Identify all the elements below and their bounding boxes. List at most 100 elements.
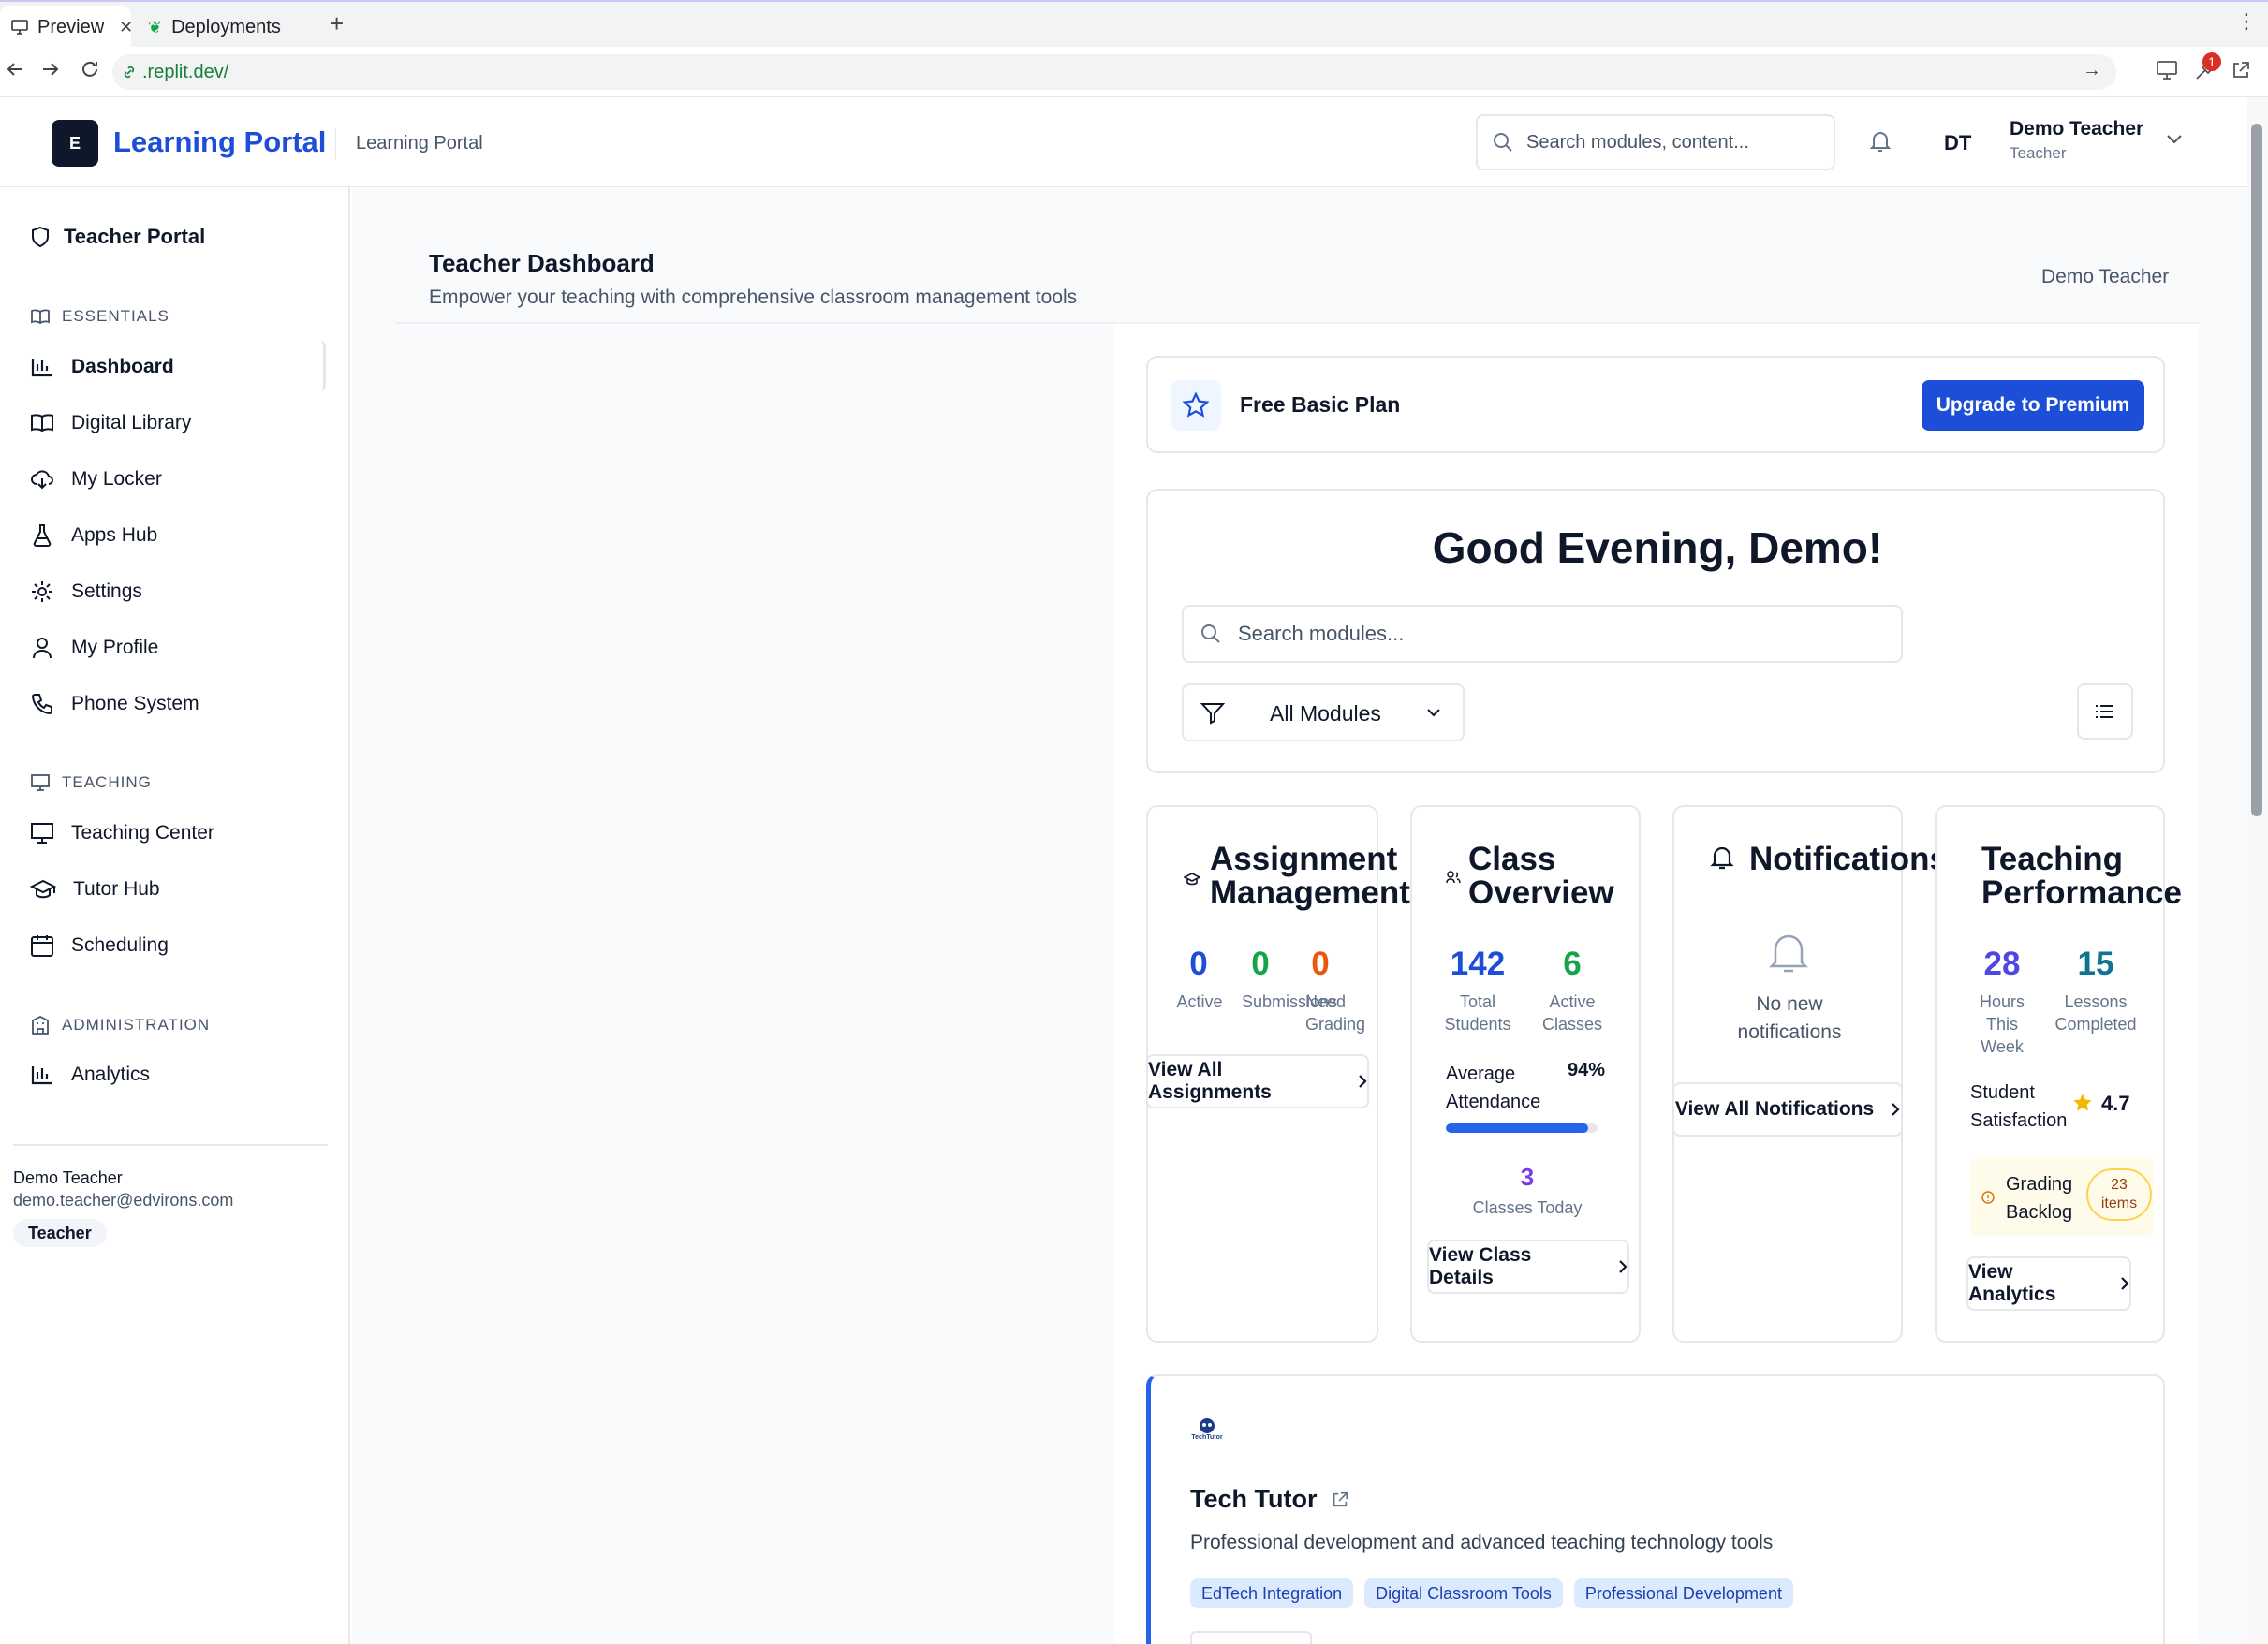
classes-today-value: 3 <box>1520 1163 1535 1191</box>
sidebar-item-label: Digital Library <box>71 412 192 433</box>
page-title: Teacher Dashboard <box>429 249 655 277</box>
module-title[interactable]: Tech Tutor <box>1190 1485 1349 1514</box>
page-user-label: Demo Teacher <box>2041 266 2170 287</box>
card-title: Class Overview <box>1468 843 1614 910</box>
hours-label-3: Week <box>1981 1037 2024 1056</box>
graduation-cap-icon <box>30 879 56 900</box>
tech-tutor-logo: TechTutor <box>1190 1417 1224 1451</box>
tree-icon: ❦ <box>148 17 163 37</box>
module-filter-select[interactable]: All Modules <box>1182 683 1465 741</box>
building-icon <box>30 1015 51 1035</box>
url-text: .replit.dev/ <box>142 61 229 82</box>
card-title-line: Performance <box>1981 874 2182 911</box>
close-icon[interactable]: ✕ <box>119 18 133 37</box>
sidebar-item-teaching-center[interactable]: Teaching Center <box>30 807 214 859</box>
avatar[interactable]: DT <box>1944 131 1971 155</box>
sidebar-item-label: Apps Hub <box>71 524 158 546</box>
active-classes-label-2: Classes <box>1541 1015 1603 1034</box>
module-action-chip[interactable] <box>1190 1631 1312 1644</box>
tab-label: Deployments <box>171 16 281 37</box>
calendar-icon <box>30 933 54 958</box>
search-icon <box>1493 132 1513 153</box>
go-arrow-icon[interactable]: → <box>2083 60 2101 81</box>
phone-icon <box>30 692 54 716</box>
scrollbar-thumb[interactable] <box>2251 124 2262 816</box>
scrollbar[interactable] <box>2247 97 2268 1644</box>
bar-chart-icon <box>30 356 54 378</box>
forward-icon[interactable] <box>39 58 62 81</box>
card-title-line: Management <box>1210 874 1410 911</box>
search-icon <box>1200 624 1221 644</box>
module-search-input[interactable]: Search modules... <box>1182 605 1903 663</box>
header-user-role: Teacher <box>2010 144 2067 162</box>
grading-backlog: Grading Backlog 23 items <box>1970 1157 2154 1236</box>
app-logo[interactable]: E <box>52 120 98 167</box>
section-administration: ADMINISTRATION <box>30 1015 210 1035</box>
section-teaching: TEACHING <box>30 773 152 792</box>
browser-tab-bar: Preview ✕ ❦ Deployments + ⋮ <box>0 0 2268 49</box>
sidebar-item-settings[interactable]: Settings <box>30 565 142 618</box>
lessons-value: 15 <box>2077 946 2114 982</box>
stat-active-label: Active <box>1176 992 1223 1011</box>
back-icon[interactable] <box>4 58 26 81</box>
view-analytics-button[interactable]: View Analytics <box>1966 1256 2131 1311</box>
classes-today-label: Classes Today <box>1472 1198 1583 1217</box>
tab-deployments[interactable]: ❦ Deployments <box>137 6 315 49</box>
sidebar-item-my-profile[interactable]: My Profile <box>30 622 158 674</box>
bar-chart-icon <box>30 1064 54 1086</box>
sidebar-item-tutor-hub[interactable]: Tutor Hub <box>30 863 160 916</box>
chevron-right-icon <box>1618 1259 1627 1274</box>
notifications-card: Notifications No new notifications View … <box>1672 805 1948 1343</box>
view-notifications-button[interactable]: View All Notifications <box>1672 1082 1903 1137</box>
sidebar-item-digital-library[interactable]: Digital Library <box>30 397 191 449</box>
role-badge: Teacher <box>13 1219 107 1247</box>
list-view-button[interactable] <box>2077 683 2133 740</box>
backlog-count-badge: 23 items <box>2086 1168 2152 1221</box>
search-placeholder: Search modules, content... <box>1526 131 1749 153</box>
brand-name[interactable]: Learning Portal <box>113 125 326 159</box>
header-search-input[interactable]: Search modules, content... <box>1476 114 1835 170</box>
reload-icon[interactable] <box>79 58 101 81</box>
sidebar-item-dashboard[interactable]: Dashboard <box>30 341 174 393</box>
new-tab-icon[interactable]: + <box>330 9 344 38</box>
notification-count-badge: 1 <box>2202 52 2221 71</box>
module-card-tech-tutor[interactable]: TechTutor Tech Tutor Professional develo… <box>1146 1374 2165 1644</box>
tab-preview[interactable]: Preview ✕ <box>0 6 133 49</box>
satisfaction-value: 4.7 <box>2101 1092 2130 1115</box>
empty-state-text: No new notifications <box>1674 991 1905 1047</box>
devices-icon[interactable] <box>2156 60 2180 81</box>
search-placeholder: Search modules... <box>1238 622 1405 645</box>
sidebar-item-apps-hub[interactable]: Apps Hub <box>30 509 157 562</box>
sidebar-item-phone-system[interactable]: Phone System <box>30 678 199 730</box>
tag: Digital Classroom Tools <box>1364 1578 1563 1608</box>
header-user-name[interactable]: Demo Teacher <box>2010 118 2143 140</box>
filter-value: All Modules <box>1270 701 1381 726</box>
section-essentials: ESSENTIALS <box>30 307 169 326</box>
view-assignments-button[interactable]: View All Assignments <box>1146 1054 1369 1108</box>
stat-active-value: 0 <box>1189 946 1208 982</box>
sidebar-item-scheduling[interactable]: Scheduling <box>30 919 169 972</box>
card-title-line: Teaching <box>1981 841 2124 877</box>
view-class-details-button[interactable]: View Class Details <box>1427 1240 1629 1294</box>
header-divider <box>335 129 336 159</box>
sidebar: Teacher Portal ESSENTIALS Dashboard Digi… <box>0 187 350 1644</box>
sidebar-item-analytics[interactable]: Analytics <box>30 1049 150 1101</box>
external-link-icon[interactable] <box>1331 1490 1349 1509</box>
attendance-value: 94% <box>1568 1060 1606 1080</box>
section-title: ADMINISTRATION <box>62 1016 211 1034</box>
menu-kebab-icon[interactable]: ⋮ <box>2236 9 2257 34</box>
empty-state-line: notifications <box>1737 1021 1842 1043</box>
total-students-label-1: Total <box>1459 992 1496 1011</box>
sidebar-item-my-locker[interactable]: My Locker <box>30 453 162 506</box>
bell-icon[interactable] <box>1869 129 1892 154</box>
url-bar[interactable]: .replit.dev/ → <box>112 54 2116 90</box>
cloud-download-icon <box>30 468 54 491</box>
presentation-icon <box>30 822 54 844</box>
sidebar-item-label: Tutor Hub <box>73 878 160 900</box>
flask-icon <box>30 523 54 548</box>
sidebar-user-email: demo.teacher@edvirons.com <box>13 1191 234 1210</box>
chevron-down-icon[interactable] <box>2165 133 2184 146</box>
empty-state-line: No new <box>1756 993 1823 1015</box>
upgrade-button[interactable]: Upgrade to Premium <box>1922 380 2144 431</box>
open-external-icon[interactable] <box>2231 60 2251 81</box>
